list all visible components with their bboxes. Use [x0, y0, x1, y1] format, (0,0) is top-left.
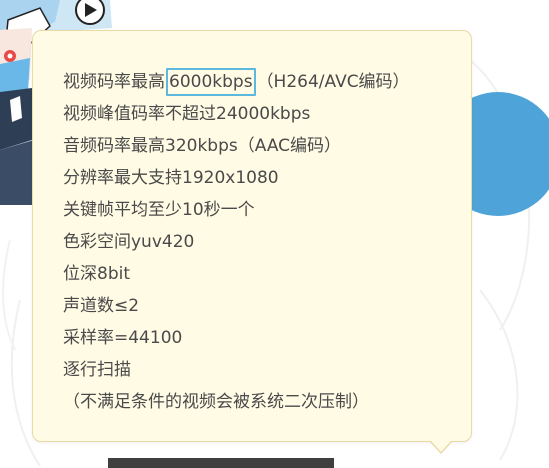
requirement-progressive-scan: 逐行扫描 [63, 360, 131, 380]
requirements-list: 视频码率最高 6000kbps （H264/AVC编码） 视频峰值码率不超过2400… [63, 66, 410, 418]
requirement-audio-bitrate: 音频码率最高320kbps（AAC编码） [63, 136, 342, 156]
requirement-resolution: 分辨率最大支持1920x1080 [63, 168, 279, 188]
highlighted-bitrate-value: 6000kbps [166, 68, 256, 96]
bottom-dark-bar [108, 458, 334, 468]
requirement-sample-rate: 采样率=44100 [63, 328, 183, 348]
play-icon [75, 0, 105, 25]
requirement-peak-bitrate: 视频峰值码率不超过24000kbps [63, 104, 311, 124]
requirement-note: （不满足条件的视频会被系统二次压制） [63, 392, 369, 412]
requirement-color-space: 色彩空间yuv420 [63, 232, 195, 252]
requirement-video-bitrate: 视频码率最高 6000kbps （H264/AVC编码） [63, 66, 410, 98]
requirement-text: 视频码率最高 [63, 72, 165, 92]
tooltip-arrow-fill [431, 441, 451, 452]
requirement-channels: 声道数≤2 [63, 296, 140, 316]
encoding-requirements-tooltip: 视频码率最高 6000kbps （H264/AVC编码） 视频峰值码率不超过2400… [32, 30, 472, 454]
requirement-bit-depth: 位深8bit [63, 264, 130, 284]
requirement-keyframe: 关键帧平均至少10秒一个 [63, 200, 255, 220]
requirement-text: （H264/AVC编码） [256, 72, 410, 92]
